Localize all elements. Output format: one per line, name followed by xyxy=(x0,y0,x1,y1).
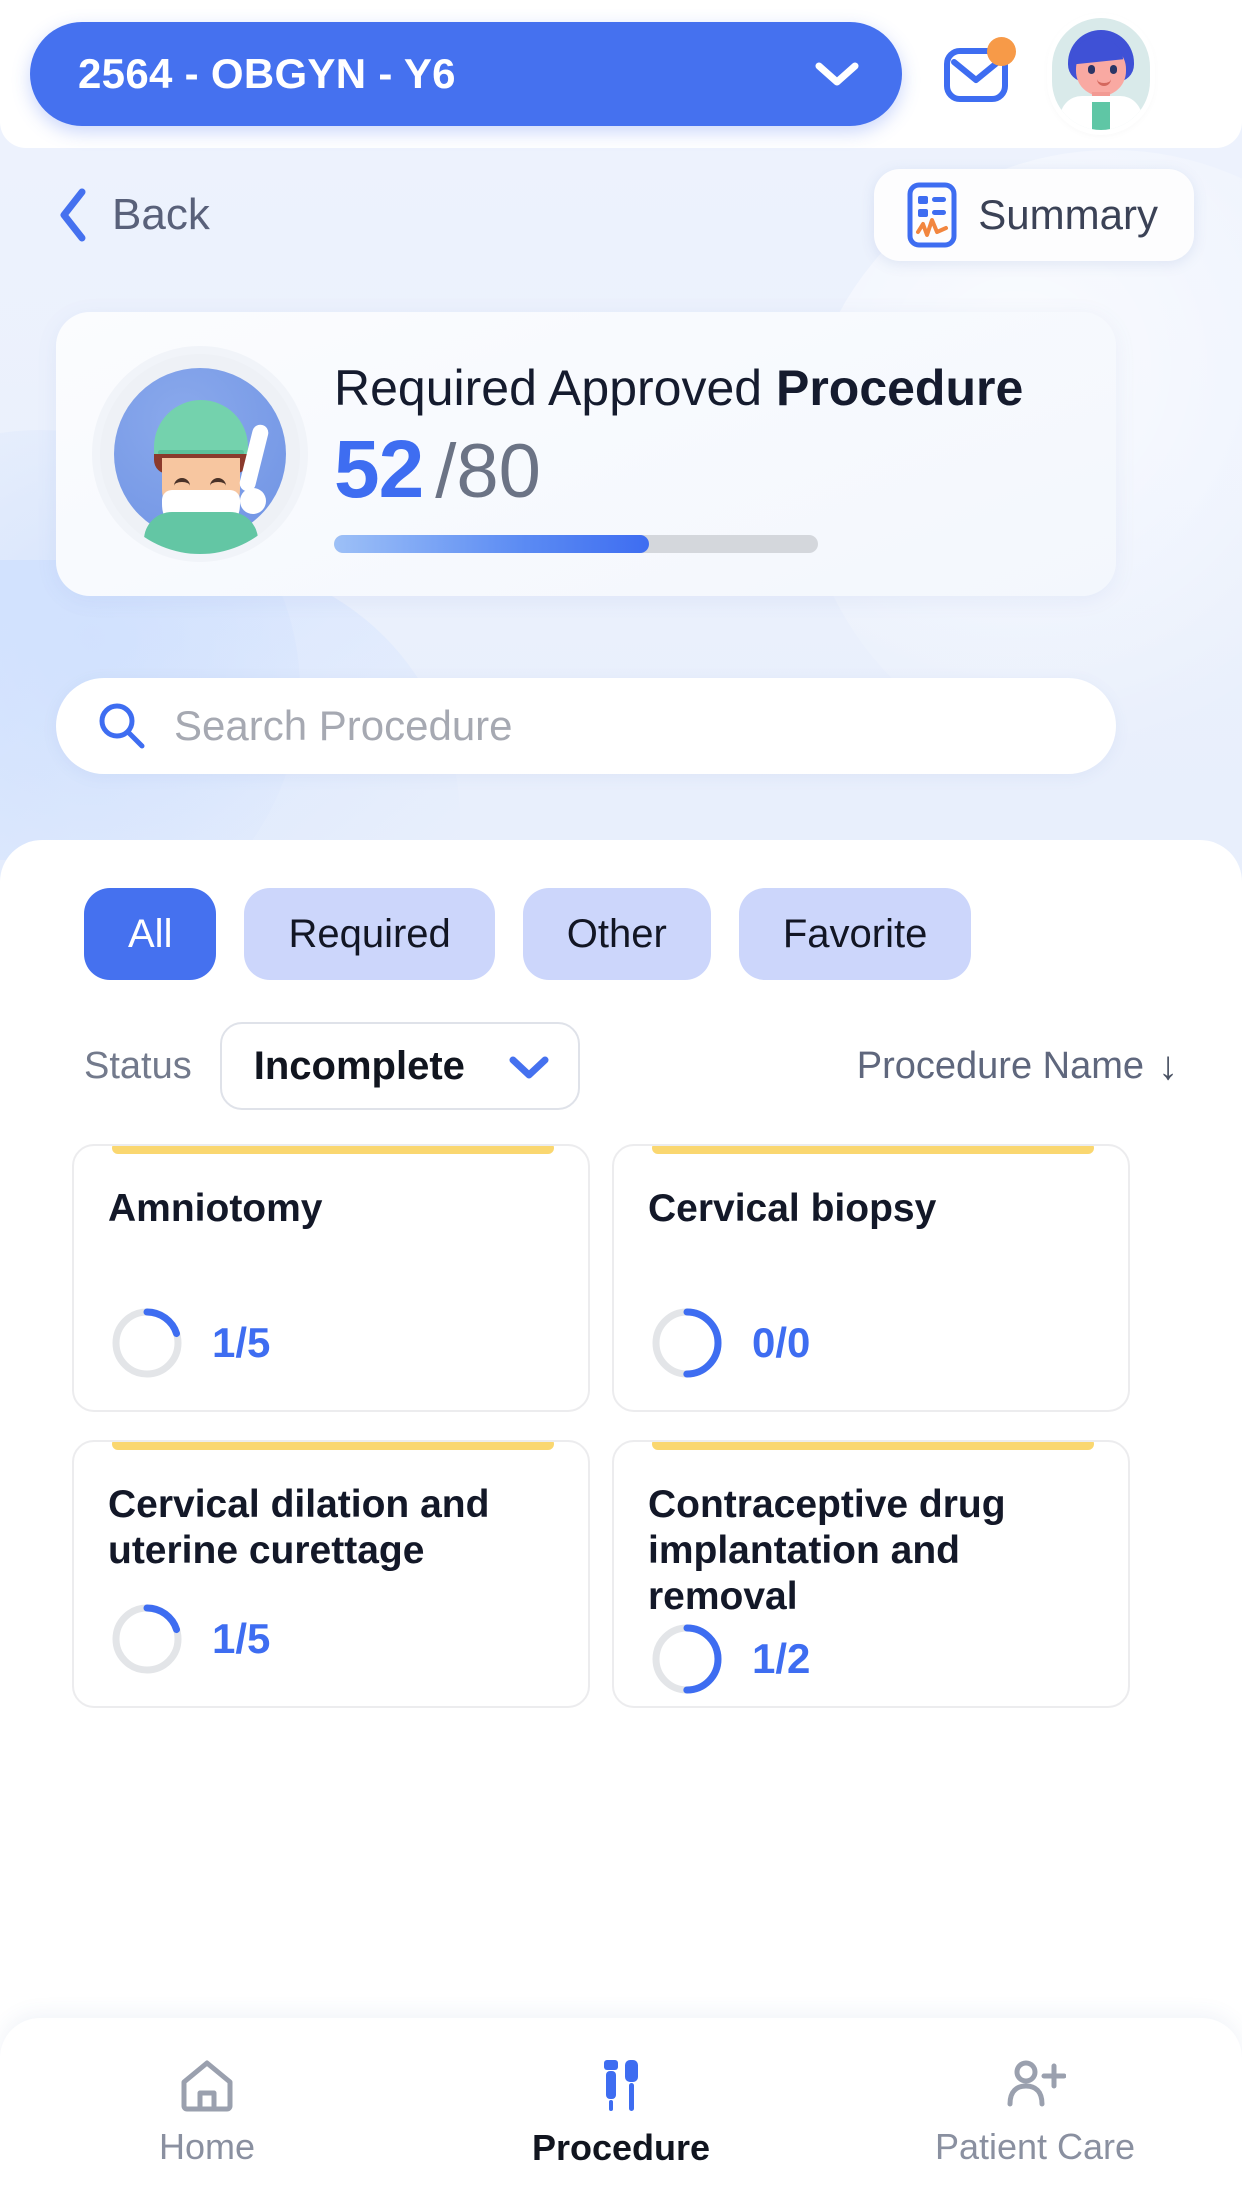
course-label: 2564 - OBGYN - Y6 xyxy=(78,50,456,97)
summary-button[interactable]: Summary xyxy=(874,169,1194,261)
procedure-count: 1/2 xyxy=(752,1635,811,1683)
nav-item-label: Home xyxy=(158,2126,256,2167)
filter-chip-all[interactable]: All xyxy=(84,888,217,980)
procedure-name: Cervical dilation and uterine curettage xyxy=(108,1483,490,1573)
progress-ring-icon xyxy=(652,1624,722,1694)
nav-item-procedure[interactable]: Procedure xyxy=(414,2057,828,2169)
top-bar: 2564 - OBGYN - Y6 xyxy=(0,0,1242,148)
procedure-card[interactable]: Cervical dilation and uterine curettage 1… xyxy=(72,1440,590,1708)
progress-ring-icon xyxy=(112,1308,182,1378)
report-chart-icon xyxy=(907,182,957,248)
progress-bar-track xyxy=(334,535,818,553)
procedure-name: Amniotomy xyxy=(108,1187,323,1230)
progress-completed: 52 xyxy=(334,424,424,515)
progress-title-emphasis: Procedure xyxy=(775,360,1024,416)
procedure-count: 1/5 xyxy=(212,1615,271,1662)
back-label: Back xyxy=(112,190,210,239)
procedure-card-accent xyxy=(652,1146,1094,1154)
filter-chip-label: Favorite xyxy=(782,911,928,956)
progress-info: Required Approved Procedure 52 /80 xyxy=(334,355,1076,553)
filter-chip-label: Other xyxy=(566,911,667,956)
app-screen: 2564 - OBGYN - Y6 Back Summary Required … xyxy=(0,0,1242,2208)
bottom-navigation: Home Procedure Patient Care xyxy=(0,2018,1242,2208)
home-icon xyxy=(181,2060,233,2112)
progress-ring-icon xyxy=(112,1604,182,1674)
filter-chip-label: All xyxy=(128,911,173,956)
filter-chip-other[interactable]: Other xyxy=(522,888,711,980)
surgeon-eye xyxy=(210,478,226,487)
progress-ring-icon xyxy=(652,1308,722,1378)
scalpel-handle xyxy=(240,488,266,514)
progress-title-prefix: Required Approved xyxy=(334,360,776,416)
filter-chip-favorite[interactable]: Favorite xyxy=(738,888,972,980)
search-icon xyxy=(99,703,145,749)
content-sheet: All Required Other Favorite Status Incomple… xyxy=(0,840,1242,2208)
summary-label: Summary xyxy=(978,191,1158,238)
arrow-down-icon: ↓ xyxy=(1158,1044,1178,1088)
filter-chip-row: All Required Other Favorite xyxy=(0,840,1242,980)
nav-item-label: Patient Care xyxy=(934,2126,1136,2167)
procedure-card[interactable]: Contraceptive drug implantation and remo… xyxy=(612,1440,1130,1708)
filter-row: Status Incomplete Procedure Name ↓ xyxy=(0,980,1242,1110)
procedure-progress: 1/2 xyxy=(648,1620,1094,1698)
procedure-name: Contraceptive drug implantation and remo… xyxy=(648,1483,1006,1619)
back-button[interactable]: Back xyxy=(56,187,210,243)
procedure-count: 1/5 xyxy=(212,1319,271,1366)
procedure-card-accent xyxy=(112,1146,554,1154)
procedure-name: Cervical biopsy xyxy=(648,1187,937,1230)
avatar[interactable] xyxy=(1052,18,1150,130)
syringe-icon xyxy=(604,2060,638,2111)
navigation-row: Back Summary xyxy=(0,160,1242,270)
progress-bar-fill xyxy=(334,535,649,553)
mail-button[interactable] xyxy=(940,35,1018,113)
progress-summary-card: Required Approved Procedure 52 /80 xyxy=(56,312,1116,596)
search-bar[interactable]: Search Procedure xyxy=(56,678,1116,774)
mail-notification-badge xyxy=(987,37,1016,66)
avatar-scrub xyxy=(1092,102,1110,130)
course-selector[interactable]: 2564 - OBGYN - Y6 xyxy=(30,22,902,126)
procedure-card[interactable]: Amniotomy 1/5 xyxy=(72,1144,590,1412)
progress-title: Required Approved Procedure xyxy=(334,359,1076,417)
avatar-eye xyxy=(1110,65,1117,74)
procedure-card-accent xyxy=(112,1442,554,1450)
patient-care-icon xyxy=(1007,2060,1066,2107)
filter-chip-label: Required xyxy=(288,911,451,956)
chevron-down-icon xyxy=(815,62,859,86)
nav-item-label: Procedure xyxy=(531,2127,711,2168)
avatar-eye xyxy=(1088,65,1095,74)
procedure-card[interactable]: Cervical biopsy 0/0 xyxy=(612,1144,1130,1412)
nav-item-home[interactable]: Home xyxy=(0,2058,414,2168)
procedure-progress: 1/5 xyxy=(108,1600,554,1678)
chevron-down-icon xyxy=(509,1056,549,1079)
surgeon-body xyxy=(144,512,258,554)
procedure-card-accent xyxy=(652,1442,1094,1450)
procedure-progress: 1/5 xyxy=(108,1304,554,1382)
nav-item-patient-care[interactable]: Patient Care xyxy=(828,2058,1242,2168)
status-value: Incomplete xyxy=(253,1043,465,1088)
progress-numbers: 52 /80 xyxy=(334,423,1076,517)
surgeon-avatar xyxy=(100,354,300,554)
sort-button[interactable]: Procedure Name ↓ xyxy=(857,1045,1178,1088)
status-select[interactable]: Incomplete xyxy=(219,1022,580,1110)
chevron-left-icon xyxy=(60,188,86,242)
sort-label: Procedure Name xyxy=(856,1044,1144,1087)
procedure-grid: Amniotomy 1/5 Cervical biopsy 0/0 Cervical d… xyxy=(0,1110,1242,1708)
filter-chip-required[interactable]: Required xyxy=(244,888,495,980)
procedure-count: 0/0 xyxy=(752,1319,811,1366)
progress-total: /80 xyxy=(435,429,541,514)
search-input[interactable]: Search Procedure xyxy=(174,702,513,750)
status-label: Status xyxy=(84,1044,192,1087)
surgeon-eye xyxy=(174,478,190,487)
procedure-progress: 0/0 xyxy=(648,1304,1094,1382)
